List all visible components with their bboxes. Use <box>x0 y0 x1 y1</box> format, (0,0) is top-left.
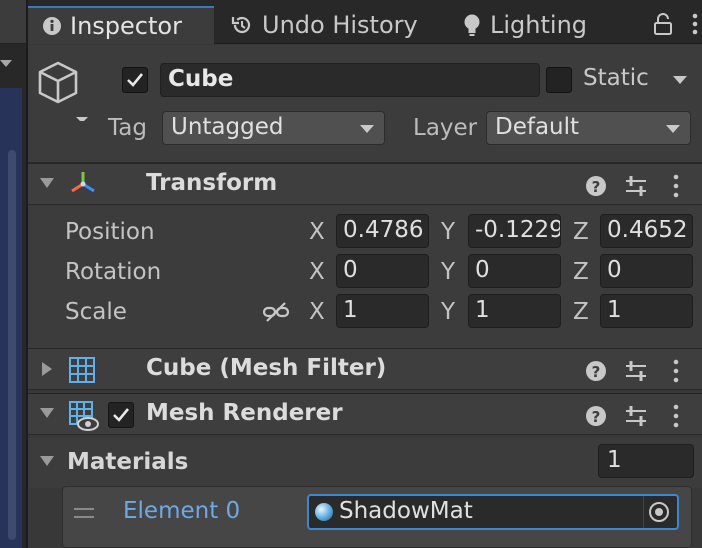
position-y-label[interactable]: Y <box>441 219 455 245</box>
tab-undo-history[interactable]: Undo History <box>230 6 418 44</box>
lock-icon[interactable] <box>652 12 674 36</box>
layer-dropdown[interactable]: Default <box>486 111 691 145</box>
mesh-filter-title: Cube (Mesh Filter) <box>146 355 387 381</box>
position-z-label[interactable]: Z <box>573 219 589 245</box>
scene-dropdown-arrow-icon[interactable] <box>0 60 12 67</box>
mesh-renderer-header[interactable]: Mesh Renderer ? <box>28 393 702 435</box>
tab-undo-history-label: Undo History <box>262 11 418 39</box>
tab-bar: Inspector Undo History Lighting <box>28 0 702 44</box>
scale-y-field[interactable]: 1 <box>468 294 561 328</box>
rotation-z-field[interactable]: 0 <box>600 254 693 288</box>
rotation-y-label[interactable]: Y <box>441 259 455 285</box>
tab-lighting-label: Lighting <box>490 11 588 39</box>
object-picker-icon[interactable] <box>649 502 669 522</box>
position-label: Position <box>65 219 155 245</box>
scale-label: Scale <box>65 299 127 325</box>
scale-y-label[interactable]: Y <box>441 299 455 325</box>
materials-count-field[interactable]: 1 <box>598 444 694 478</box>
transform-title: Transform <box>146 170 278 196</box>
static-checkbox[interactable] <box>546 67 572 93</box>
mesh-renderer-icon <box>68 400 100 436</box>
component-header-icons: ? <box>586 358 696 384</box>
rotation-z-label[interactable]: Z <box>573 259 589 285</box>
position-y-field[interactable]: -0.1229 <box>468 214 561 248</box>
material-name: ShadowMat <box>339 498 473 524</box>
scene-view-edge <box>0 0 26 548</box>
element-0-label: Element 0 <box>123 498 241 524</box>
scene-scrollbar[interactable] <box>8 150 16 540</box>
chevron-down-icon <box>666 125 680 133</box>
mesh-filter-icon <box>68 356 96 388</box>
scale-z-field[interactable]: 1 <box>600 294 693 328</box>
unlink-icon[interactable] <box>262 300 290 324</box>
mesh-renderer-title: Mesh Renderer <box>146 400 343 426</box>
static-dropdown-arrow-icon[interactable] <box>673 76 687 84</box>
layer-value: Default <box>495 114 580 140</box>
tag-value: Untagged <box>171 114 284 140</box>
mesh-filter-header[interactable]: Cube (Mesh Filter) ? <box>28 348 702 390</box>
rotation-label: Rotation <box>65 259 162 285</box>
tab-inspector-label: Inspector <box>70 12 182 40</box>
component-header-icons: ? <box>586 403 696 429</box>
scale-x-field[interactable]: 1 <box>336 294 429 328</box>
svg-text:?: ? <box>592 408 601 426</box>
drag-handle-icon[interactable] <box>74 508 94 518</box>
material-icon <box>315 503 333 521</box>
tab-inspector[interactable]: Inspector <box>28 6 214 44</box>
object-name-field[interactable]: Cube <box>160 63 540 97</box>
position-x-field[interactable]: 0.4786 <box>336 214 429 248</box>
position-x-label[interactable]: X <box>309 219 325 245</box>
field-separator <box>643 496 644 528</box>
tag-dropdown[interactable]: Untagged <box>162 111 385 145</box>
rotation-x-field[interactable]: 0 <box>336 254 429 288</box>
svg-text:?: ? <box>592 363 601 381</box>
history-icon <box>230 13 254 37</box>
active-checkbox[interactable] <box>122 67 148 93</box>
transform-icon <box>68 169 98 203</box>
cube-icon[interactable] <box>36 59 90 123</box>
foldout-arrow-icon[interactable] <box>40 178 54 188</box>
static-label: Static <box>583 65 649 91</box>
scale-x-label[interactable]: X <box>309 299 325 325</box>
scale-z-label[interactable]: Z <box>573 299 589 325</box>
gameobject-header: Cube Static Tag Untagged Layer Default <box>28 45 702 163</box>
presets-icon[interactable] <box>622 172 648 198</box>
foldout-arrow-icon[interactable] <box>40 408 54 418</box>
scene-view-toolbar <box>0 0 26 44</box>
chevron-down-icon <box>360 125 374 133</box>
foldout-arrow-icon[interactable] <box>42 362 52 376</box>
tab-lighting[interactable]: Lighting <box>462 6 587 44</box>
materials-label: Materials <box>67 449 189 475</box>
tag-label: Tag <box>108 115 147 141</box>
component-menu-icon[interactable] <box>664 172 686 198</box>
info-icon <box>42 16 62 36</box>
mesh-renderer-enabled-checkbox[interactable] <box>108 402 134 428</box>
more-menu-icon[interactable] <box>686 12 702 36</box>
rotation-x-label[interactable]: X <box>309 259 325 285</box>
rotation-y-field[interactable]: 0 <box>468 254 561 288</box>
help-icon[interactable] <box>588 172 610 198</box>
layer-label: Layer <box>413 115 478 141</box>
material-object-field[interactable]: ShadowMat <box>307 494 679 530</box>
position-z-field[interactable]: 0.4652 <box>600 214 693 248</box>
foldout-arrow-icon[interactable] <box>40 456 54 466</box>
lightbulb-icon <box>462 13 482 37</box>
